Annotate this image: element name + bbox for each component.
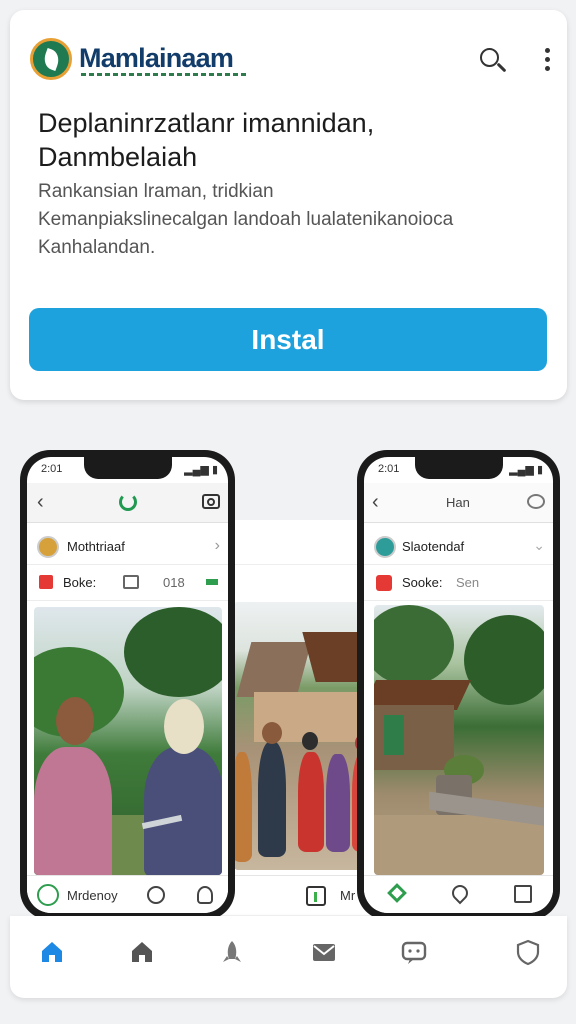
home-outline-icon[interactable] [128,938,156,966]
post-photo[interactable] [34,607,222,875]
profile-row[interactable]: Slaotendaf ⌄ [364,529,553,565]
camera-icon[interactable] [202,494,220,509]
person-figure [144,747,222,875]
brand-tagline-decoration [81,73,246,76]
profile-name: Slaotendaf [402,539,465,554]
status-icons: ▂▄▆ ▮ [509,464,543,476]
description-line: Rankansian lraman, tridkian [38,181,274,202]
heart-icon[interactable] [448,881,472,905]
send-icon[interactable] [514,885,532,903]
app-bar-title: Han [446,495,470,510]
back-icon[interactable]: ‹ [37,491,44,514]
screenshot-left-phone[interactable]: 2:01 ▂▄▆ ▮ ‹ Mothtriaaf › Boke: 018 Mrde… [20,450,235,920]
chevron-right-icon: › [214,537,220,554]
more-vert-icon[interactable] [537,46,557,74]
shield-icon[interactable] [514,938,542,966]
middle-footer-label: Mr [340,888,356,903]
chart-icon[interactable] [306,886,326,906]
description-line: Kemanpiakslinecalgan landoah lualatenika… [38,209,454,230]
status-time: 2:01 [378,463,400,475]
app-bar: ‹ Han [364,483,553,523]
search-icon[interactable] [478,46,508,76]
profile-row[interactable]: Mothtriaaf › [27,529,228,565]
brand-name: Mamlainaam [79,43,234,73]
back-icon[interactable]: ‹ [372,491,379,514]
diamond-icon[interactable] [387,883,407,903]
row-label: Boke: [63,575,97,590]
row-label: Sooke: [402,575,443,590]
share-icon[interactable] [197,886,213,904]
status-icons: ▂▄▆ ▮ [184,464,218,476]
home-icon[interactable] [38,938,66,966]
rocket-icon[interactable] [218,938,246,966]
post-footer: Mrdenoy [27,875,228,913]
video-icon [376,575,392,591]
status-indicator [206,579,218,585]
bottom-tab-bar [10,916,567,998]
info-row: Boke: 018 [27,565,228,601]
comment-icon[interactable] [147,886,165,904]
row-value: Sen [456,575,480,590]
profile-name: Mothtriaaf [67,539,125,554]
app-logo-icon [119,493,137,511]
avatar [37,536,59,558]
tag-icon [123,575,139,589]
avatar [374,536,396,558]
flag-icon [39,575,53,589]
post-footer [364,875,553,913]
title-line: Deplaninrzatlanr imannidan, [38,108,375,138]
mail-icon[interactable] [310,938,338,966]
chat-icon[interactable] [400,938,428,966]
app-description: Rankansian lraman, tridkian Kemanpiaksli… [38,178,563,262]
chevron-down-icon: ⌄ [533,537,545,553]
person-figure [34,747,112,875]
avatar [37,884,59,906]
description-line: Kanhalandan. [38,237,156,258]
footer-name: Mrdenoy [67,888,118,903]
install-button[interactable]: Instal [29,308,547,371]
info-row: Sooke: Sen [364,565,553,601]
app-logo-icon [30,38,72,80]
status-time: 2:01 [41,463,63,475]
app-bar: ‹ [27,483,228,523]
screenshot-right-phone[interactable]: 2:01 ▂▄▆ ▮ ‹ Han Slaotendaf ⌄ Sooke: Sen [357,450,560,920]
row-value: 018 [163,575,185,590]
camera-icon[interactable] [527,494,545,509]
title-line: Danmbelaiah [38,142,198,172]
post-photo[interactable] [374,605,544,875]
app-title: Deplaninrzatlanr imannidan, Danmbelaiah [38,106,558,174]
